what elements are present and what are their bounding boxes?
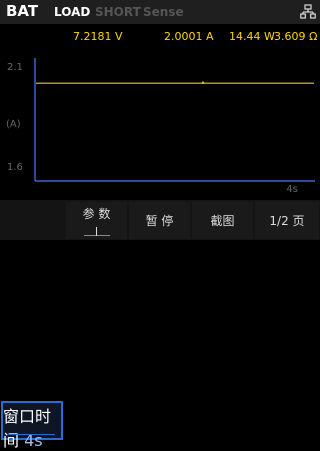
pause-label: 暂 停 [145, 214, 174, 228]
mode-title: BAT [6, 2, 39, 20]
current-plot: 2.1 (A) 1.6 4s [0, 50, 320, 200]
voltage-reading: 7.2181 V [73, 30, 123, 43]
page-label: 1/2 页 [269, 214, 305, 228]
window-time-softkey[interactable]: 窗口时间 4s [1, 401, 63, 450]
network-icon [300, 4, 316, 19]
trace-marker [201, 81, 205, 84]
readings-bar: 7.2181 V 2.0001 A 14.44 W 3.609 Ω [0, 24, 320, 50]
params-label: 参 数 [82, 207, 111, 221]
x-axis-window-label: 4s [286, 184, 298, 195]
softkey-bar: 窗口时间 4s 参 数 暂 停 截图 1/2 页 [0, 200, 320, 450]
screenshot-softkey[interactable]: 截图 [192, 202, 253, 239]
params-softkey[interactable]: 参 数 [66, 202, 127, 239]
window-time-underline [9, 434, 55, 435]
page-softkey[interactable]: 1/2 页 [255, 202, 319, 239]
plot-area [34, 58, 315, 182]
pause-softkey[interactable]: 暂 停 [129, 202, 190, 239]
y-axis-min-label: 1.6 [7, 162, 23, 173]
tab-sense[interactable]: Sense [143, 5, 184, 19]
tab-short[interactable]: SHORT [95, 5, 141, 19]
y-axis-unit-label: (A) [6, 119, 21, 130]
screenshot-label: 截图 [210, 214, 235, 228]
top-bar: BAT LOAD SHORT Sense [0, 0, 320, 24]
power-reading: 14.44 W [229, 30, 275, 43]
y-axis-max-label: 2.1 [7, 62, 23, 73]
tab-load[interactable]: LOAD [54, 5, 90, 19]
params-input-indicator [83, 227, 110, 236]
resistance-reading: 3.609 Ω [274, 30, 318, 43]
current-reading: 2.0001 A [164, 30, 214, 43]
